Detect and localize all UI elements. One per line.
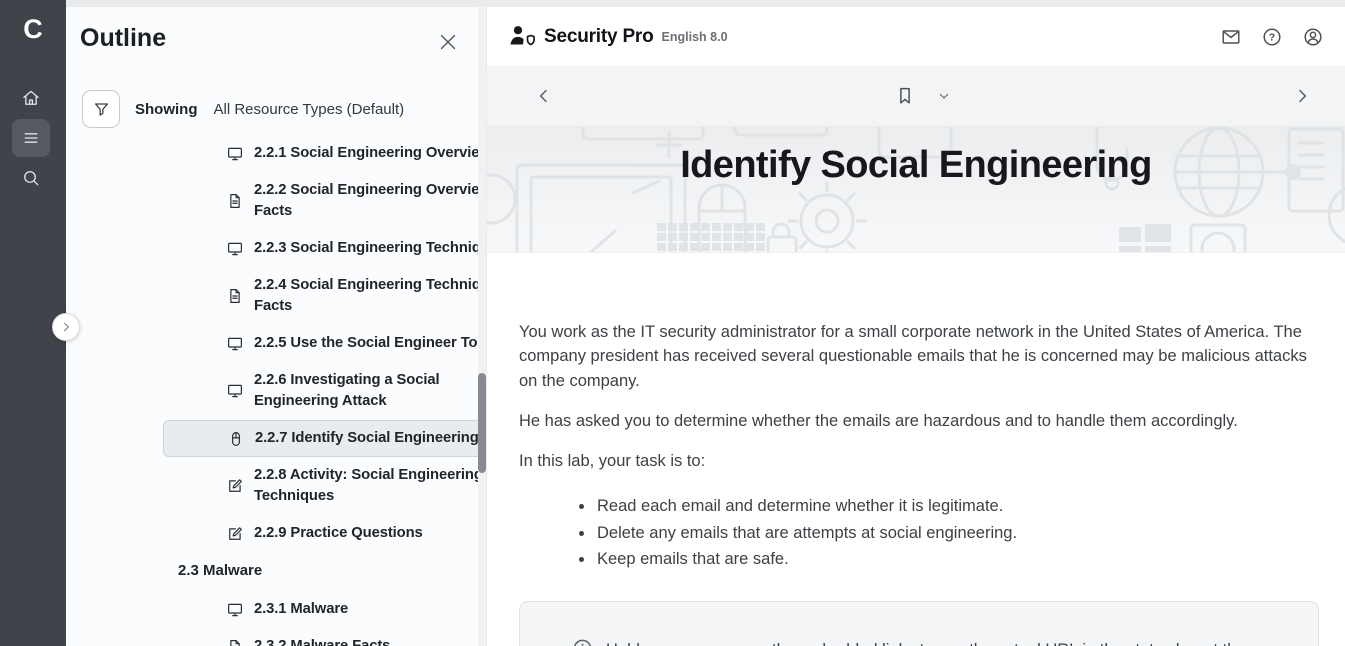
task-item: Read each email and determine whether it… xyxy=(595,496,1319,518)
help-button[interactable] xyxy=(1261,26,1283,48)
outline-item[interactable]: 2.3.1 Malware xyxy=(163,599,512,620)
lesson-content: You work as the IT security administrato… xyxy=(487,253,1345,646)
outline-item[interactable]: 2.2.5 Use the Social Engineer Toolkit xyxy=(163,333,512,354)
filter-row: Showing All Resource Types (Default) xyxy=(82,90,404,128)
note-text: Hold your mouse over the embedded links … xyxy=(606,638,1258,646)
activity-pencil-icon xyxy=(226,525,244,543)
video-icon xyxy=(226,145,244,163)
outline-item-selected[interactable]: 2.2.7 Identify Social Engineering xyxy=(163,420,512,457)
document-icon xyxy=(226,287,244,305)
video-icon xyxy=(226,601,244,619)
outline-item[interactable]: 2.2.9 Practice Questions xyxy=(163,523,512,544)
document-icon xyxy=(226,638,244,646)
task-item: Keep emails that are safe. xyxy=(595,549,1319,571)
course-edition: English 8.0 xyxy=(662,30,728,44)
outline-item[interactable]: 2.2.3 Social Engineering Techniques xyxy=(163,238,512,259)
info-icon xyxy=(571,637,594,646)
chevron-left-icon xyxy=(534,86,554,106)
outline-item[interactable]: 2.2.8 Activity: Social Engineering Techn… xyxy=(163,465,512,507)
video-icon xyxy=(226,382,244,400)
home-icon xyxy=(21,88,41,108)
outline-scrollbar-track[interactable] xyxy=(478,7,486,646)
home-button[interactable] xyxy=(12,79,50,117)
filter-label: Showing xyxy=(135,101,198,118)
account-button[interactable] xyxy=(1302,26,1324,48)
filter-value: All Resource Types (Default) xyxy=(214,101,405,118)
outline-scrollbar-thumb[interactable] xyxy=(478,373,486,473)
filter-button[interactable] xyxy=(82,90,120,128)
course-header: Security Pro English 8.0 xyxy=(487,7,1345,66)
top-divider xyxy=(66,0,1345,7)
messages-button[interactable] xyxy=(1220,26,1242,48)
search-button[interactable] xyxy=(12,159,50,197)
outline-list: 2.2.1 Social Engineering Overview 2.2.2 … xyxy=(163,143,512,646)
paragraph: You work as the IT security administrato… xyxy=(519,320,1319,393)
search-icon xyxy=(21,168,41,188)
outline-item[interactable]: 2.2.6 Investigating a Social Engineering… xyxy=(163,370,512,412)
paragraph: He has asked you to determine whether th… xyxy=(519,409,1319,433)
help-icon xyxy=(1261,26,1283,48)
next-lesson-button[interactable] xyxy=(1292,86,1312,106)
document-icon xyxy=(226,192,244,210)
outline-item[interactable]: 2.3.2 Malware Facts xyxy=(163,636,512,646)
outline-title: Outline xyxy=(80,24,166,53)
close-outline-button[interactable] xyxy=(437,31,459,53)
user-shield-icon xyxy=(508,24,535,49)
course-title: Security Pro xyxy=(544,26,654,48)
bookmark-button[interactable] xyxy=(894,85,916,107)
outline-panel: Outline Showing All Resource Types (Defa… xyxy=(66,7,486,646)
outline-section-label[interactable]: 2.3 Malware xyxy=(178,560,512,581)
mail-icon xyxy=(1220,26,1242,48)
header-actions xyxy=(1220,26,1324,48)
task-item: Delete any emails that are attempts at s… xyxy=(595,523,1319,545)
paragraph: In this lab, your task is to: xyxy=(519,449,1319,473)
main-area: Security Pro English 8.0 xyxy=(486,0,1345,646)
account-icon xyxy=(1302,26,1324,48)
brand-logo[interactable]: C xyxy=(0,14,66,45)
app-window: C Outline Showing All Resource Types (De… xyxy=(0,0,1345,646)
collapse-panel-button[interactable] xyxy=(52,313,80,341)
outline-item[interactable]: 2.2.4 Social Engineering Techniques Fact… xyxy=(163,275,512,317)
bookmark-icon xyxy=(894,85,916,107)
video-icon xyxy=(226,335,244,353)
note-box: Hold your mouse over the embedded links … xyxy=(519,601,1319,646)
chevron-down-icon xyxy=(936,88,952,104)
previous-lesson-button[interactable] xyxy=(534,86,554,106)
chevron-right-icon xyxy=(59,320,73,334)
lesson-navbar xyxy=(487,66,1345,127)
menu-icon xyxy=(21,128,41,148)
activity-pencil-icon xyxy=(226,477,244,495)
outline-item[interactable]: 2.2.2 Social Engineering Overview Facts xyxy=(163,180,512,222)
video-icon xyxy=(226,240,244,258)
filter-icon xyxy=(92,100,111,119)
lesson-banner: Identify Social Engineering xyxy=(487,127,1345,253)
bookmark-menu-button[interactable] xyxy=(936,88,952,104)
chevron-right-icon xyxy=(1292,86,1312,106)
page-title: Identify Social Engineering xyxy=(487,127,1345,187)
lab-mouse-icon xyxy=(227,430,245,448)
outline-menu-button[interactable] xyxy=(12,119,50,157)
task-list: Read each email and determine whether it… xyxy=(519,496,1319,571)
close-icon xyxy=(437,31,459,53)
outline-item[interactable]: 2.2.1 Social Engineering Overview xyxy=(163,143,512,164)
